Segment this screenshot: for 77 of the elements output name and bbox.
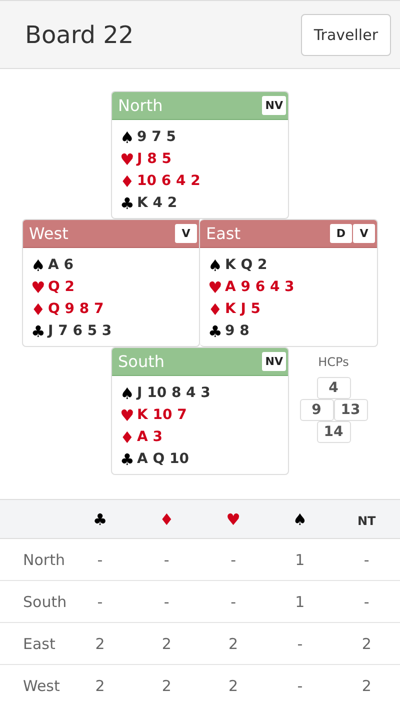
hcp-value: 9 (300, 399, 334, 421)
table-cell: 2 (162, 634, 172, 652)
row-label: East (23, 634, 56, 652)
table-cell: - (97, 550, 103, 568)
card-list: 9 7 5 (137, 129, 176, 145)
hand-name: West (29, 224, 68, 243)
card-list: K Q 2 (225, 257, 268, 273)
table-cell: - (297, 634, 303, 652)
vulnerability-badge: NV (262, 352, 286, 371)
suit-symbol: ♥ (120, 150, 136, 168)
hand-name: North (118, 96, 163, 115)
suit-symbol: ♥ (31, 278, 46, 296)
vulnerability-badge: NV (262, 96, 286, 115)
card-list: K 10 7 (137, 407, 187, 423)
table-cell: - (364, 592, 370, 610)
suit-symbol: ♦ (120, 428, 136, 446)
column-header: ♣ (92, 510, 108, 528)
card-list: A 3 (137, 429, 162, 445)
suit-symbol: ♠ (120, 384, 136, 402)
table-cell: - (164, 550, 170, 568)
card-list: Q 9 8 7 (48, 301, 104, 317)
card-list: J 7 6 5 3 (48, 323, 112, 339)
card-list: 10 6 4 2 (137, 173, 200, 189)
vulnerability-badge: D (330, 224, 352, 243)
row-label: North (23, 550, 65, 568)
board-title: Board 22 (25, 20, 134, 48)
column-header: ♠ (292, 510, 308, 528)
suit-symbol: ♣ (120, 450, 136, 468)
hcp-value: 13 (334, 399, 368, 421)
suit-symbol: ♠ (120, 128, 136, 146)
vulnerability-badge: V (175, 224, 197, 243)
suit-symbol: ♣ (208, 322, 224, 340)
hand-name: South (118, 352, 164, 371)
table-cell: - (297, 676, 303, 694)
table-cell: 2 (228, 634, 238, 652)
hcp-value: 4 (316, 377, 350, 399)
column-header: ♦ (159, 510, 174, 528)
card-list: K J 5 (225, 301, 261, 317)
card-list: J 8 5 (137, 151, 172, 167)
hcp-label: HCPs (318, 355, 349, 369)
table-cell: - (97, 592, 103, 610)
vulnerability-badge: V (353, 224, 375, 243)
table-cell: 2 (362, 676, 372, 694)
suit-symbol: ♦ (208, 300, 224, 318)
row-label: South (23, 592, 67, 610)
suit-symbol: ♦ (31, 300, 46, 318)
suit-symbol: ♠ (208, 256, 224, 274)
table-cell: - (230, 550, 236, 568)
table-cell: 2 (228, 676, 238, 694)
hcp-value: 14 (316, 421, 350, 443)
card-list: A 6 (48, 257, 74, 273)
table-cell: 1 (295, 550, 305, 568)
table-cell: 2 (362, 634, 372, 652)
column-header: ♥ (226, 510, 240, 528)
card-list: K 4 2 (137, 195, 178, 211)
hand-name: East (206, 224, 241, 243)
suit-symbol: ♥ (208, 278, 224, 296)
card-list: Q 2 (48, 279, 75, 295)
suit-symbol: ♠ (31, 256, 46, 274)
row-label: West (23, 676, 60, 694)
suit-symbol: ♣ (120, 194, 136, 212)
table-cell: 2 (162, 676, 172, 694)
traveller-button[interactable]: Traveller (300, 14, 391, 56)
column-header: NT (358, 514, 376, 528)
card-list: J 10 8 4 3 (137, 385, 210, 401)
table-cell: 2 (95, 634, 105, 652)
card-list: A Q 10 (137, 451, 189, 467)
card-list: 9 8 (225, 323, 250, 339)
suit-symbol: ♥ (120, 406, 136, 424)
table-cell: - (230, 592, 236, 610)
table-cell: 1 (295, 592, 305, 610)
suit-symbol: ♣ (31, 322, 46, 340)
card-list: A 9 6 4 3 (225, 279, 294, 295)
suit-symbol: ♦ (120, 172, 136, 190)
table-cell: - (364, 550, 370, 568)
table-cell: 2 (95, 676, 105, 694)
table-cell: - (164, 592, 170, 610)
